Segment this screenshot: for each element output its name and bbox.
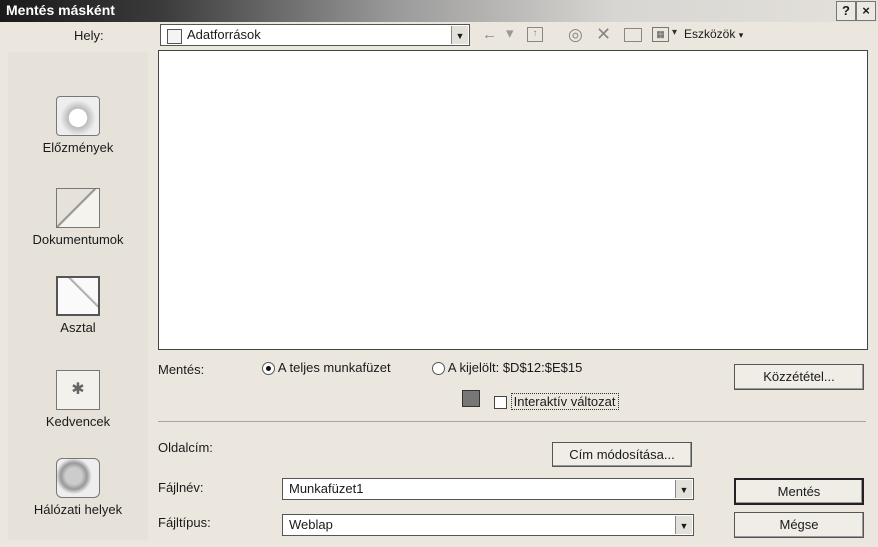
save-scope-label: Mentés:	[158, 362, 205, 377]
favorites-icon: ✱	[56, 370, 100, 410]
radio-whole-workbook[interactable]: A teljes munkafüzet	[262, 360, 391, 376]
desktop-icon	[56, 276, 100, 316]
place-desktop-label: Asztal	[60, 320, 96, 335]
help-button[interactable]: ?	[836, 1, 856, 21]
place-history[interactable]: Előzmények	[8, 96, 148, 155]
radio-selection-indicator[interactable]	[432, 362, 445, 376]
filename-label: Fájlnév:	[158, 480, 204, 495]
change-title-button[interactable]: Cím módosítása...	[552, 442, 692, 467]
radio-whole-indicator[interactable]	[262, 362, 275, 376]
tools-menu[interactable]: Eszközök ▾	[684, 27, 743, 41]
search-web-icon[interactable]: ◎	[568, 25, 583, 45]
history-icon	[56, 96, 100, 136]
views-dropdown-icon[interactable]: ▾	[672, 27, 677, 38]
up-folder-icon[interactable]: ↑	[527, 27, 543, 42]
filename-dropdown-icon[interactable]: ▼	[675, 480, 692, 498]
interactive-checkbox-label: Interaktív változat	[510, 393, 619, 410]
divider	[158, 421, 866, 422]
filename-input[interactable]: Munkafüzet1 ▼	[282, 478, 694, 500]
place-documents-label: Dokumentumok	[32, 232, 124, 247]
title-bar: Mentés másként ? ×	[0, 0, 878, 22]
cancel-button[interactable]: Mégse	[734, 512, 864, 538]
radio-selection[interactable]: A kijelölt: $D$12:$E$15	[432, 360, 583, 376]
back-dropdown-icon: ▾	[506, 25, 514, 42]
publish-button[interactable]: Közzététel...	[734, 364, 864, 390]
radio-whole-label: A teljes munkafüzet	[277, 360, 391, 375]
delete-icon[interactable]: ✕	[596, 24, 611, 45]
interactive-web-icon	[462, 390, 480, 407]
place-desktop[interactable]: Asztal	[8, 276, 148, 335]
place-favorites[interactable]: ✱ Kedvencek	[8, 370, 148, 429]
chevron-down-icon[interactable]: ▼	[451, 26, 468, 44]
location-value: Adatforrások	[187, 27, 261, 42]
page-title-label: Oldalcím:	[158, 440, 213, 455]
folder-icon	[167, 29, 182, 44]
place-history-label: Előzmények	[42, 140, 114, 155]
close-button[interactable]: ×	[856, 1, 876, 21]
file-list[interactable]	[158, 50, 868, 350]
filetype-dropdown-icon[interactable]: ▼	[675, 516, 692, 534]
radio-selection-label: A kijelölt: $D$12:$E$15	[447, 360, 583, 375]
tools-dropdown-icon: ▾	[738, 30, 744, 40]
tools-label: Eszközök	[684, 27, 736, 41]
new-folder-icon[interactable]	[624, 28, 642, 42]
filetype-value: Weblap	[289, 517, 333, 532]
views-icon[interactable]: ▦	[652, 27, 669, 42]
network-places-icon	[56, 458, 100, 498]
place-documents[interactable]: Dokumentumok	[8, 188, 148, 247]
location-label: Hely:	[74, 28, 104, 43]
window-title: Mentés másként	[6, 2, 115, 18]
interactive-checkbox[interactable]: Interaktív változat	[494, 393, 619, 410]
save-button[interactable]: Mentés	[734, 478, 864, 505]
location-combo[interactable]: Adatforrások ▼	[160, 24, 470, 46]
save-as-dialog: Mentés másként ? × Hely: Adatforrások ▼ …	[0, 0, 878, 547]
back-arrow-icon[interactable]: ←	[482, 26, 497, 43]
place-network-label: Hálózati helyek	[33, 502, 123, 517]
interactive-checkbox-box[interactable]	[494, 396, 507, 410]
filetype-label: Fájltípus:	[158, 515, 211, 530]
place-favorites-label: Kedvencek	[45, 414, 111, 429]
documents-icon	[56, 188, 100, 228]
filename-value: Munkafüzet1	[289, 481, 364, 496]
places-bar: Előzmények Dokumentumok Asztal ✱ Kedvenc…	[8, 52, 148, 540]
place-network[interactable]: Hálózati helyek	[8, 458, 148, 517]
filetype-select[interactable]: Weblap ▼	[282, 514, 694, 536]
